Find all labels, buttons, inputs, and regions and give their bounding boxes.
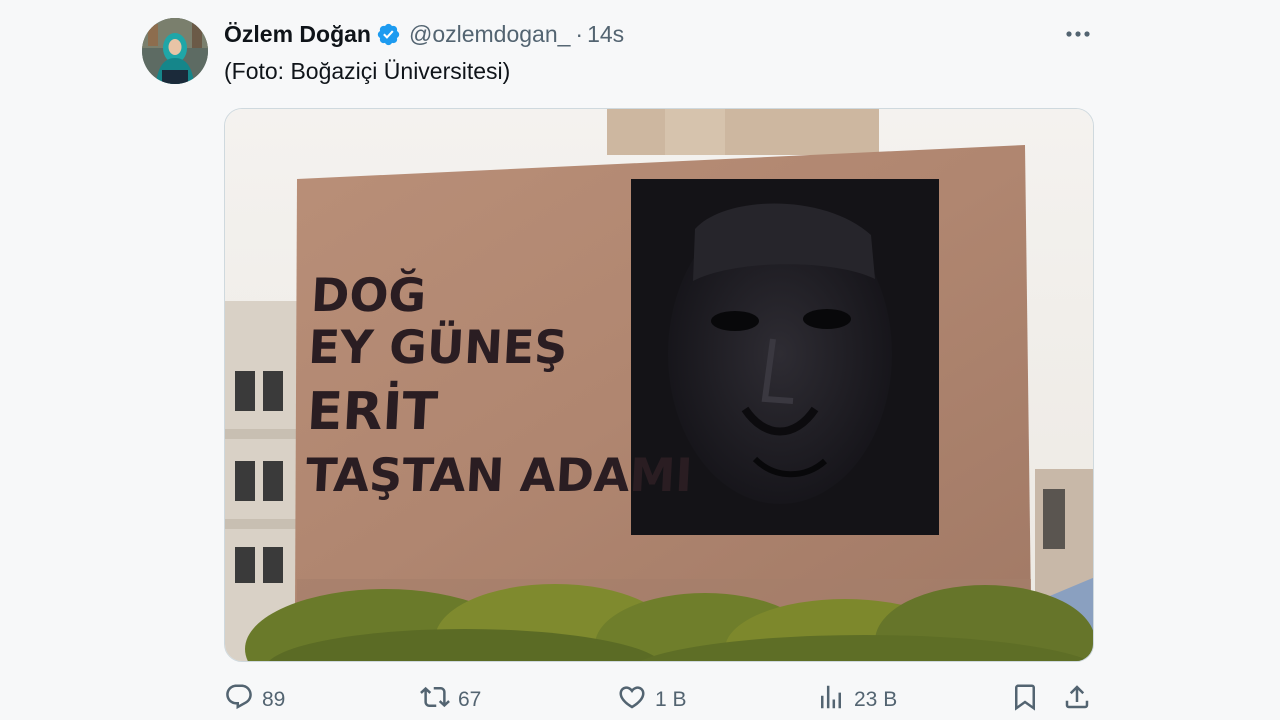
reply-count: 89: [262, 688, 286, 711]
author-name[interactable]: Özlem Doğan: [224, 21, 371, 48]
share-icon: [1062, 682, 1092, 718]
views-button[interactable]: 23 B: [816, 680, 897, 720]
action-bar: 89 67 1 B 23 B: [224, 680, 1094, 720]
reply-icon: [224, 682, 254, 718]
graffiti-line-3: ERİT: [306, 381, 440, 442]
bookmark-button[interactable]: [1010, 680, 1040, 720]
verified-badge-icon: [376, 22, 401, 47]
reply-button[interactable]: 89: [224, 680, 285, 720]
like-count: 1 B: [655, 688, 687, 711]
repost-count: 67: [458, 688, 482, 711]
views-icon: [816, 682, 846, 718]
author-handle[interactable]: @ozlemdogan_: [409, 21, 570, 48]
separator-dot: ·: [575, 20, 584, 47]
like-button[interactable]: 1 B: [617, 680, 687, 720]
like-icon: [617, 682, 647, 718]
more-icon[interactable]: [1060, 20, 1096, 48]
views-count: 23 B: [854, 688, 898, 711]
repost-icon: [420, 682, 450, 718]
tweet-timestamp[interactable]: 14s: [587, 21, 624, 48]
graffiti-line-2: EY GÜNEŞ: [307, 320, 569, 374]
graffiti-line-4: TAŞTAN ADAMI: [304, 448, 693, 502]
tweet: Özlem Doğan @ozlemdogan_ · 14s (Foto: Bo…: [0, 0, 1280, 720]
graffiti-line-1: DOĞ: [310, 268, 428, 322]
share-button[interactable]: [1062, 680, 1092, 720]
bookmark-icon: [1010, 682, 1040, 718]
tweet-photo[interactable]: DOĞ EY GÜNEŞ ERİT TAŞTAN ADAMI: [224, 108, 1094, 662]
tweet-header: Özlem Doğan @ozlemdogan_ · 14s: [224, 19, 624, 49]
avatar[interactable]: [142, 18, 208, 84]
repost-button[interactable]: 67: [420, 680, 481, 720]
tweet-text: (Foto: Boğaziçi Üniversitesi): [224, 58, 511, 84]
